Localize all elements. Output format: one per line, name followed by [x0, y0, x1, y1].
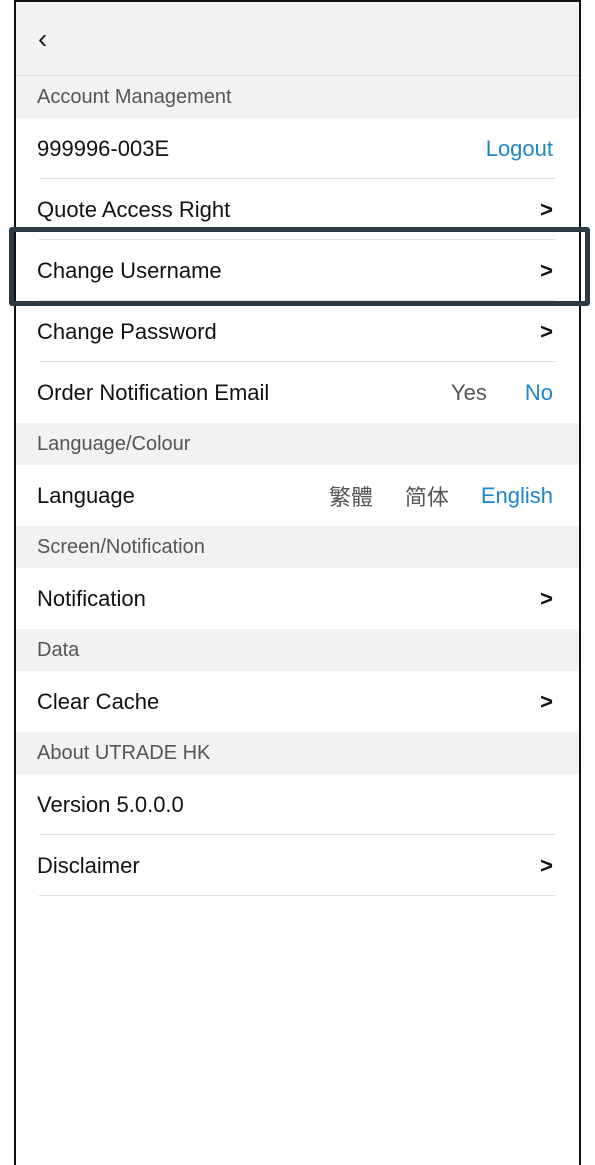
chevron-right-icon: > [540, 196, 553, 222]
disclaimer-label: Disclaimer [37, 852, 140, 878]
language-option-traditional[interactable]: 繁體 [329, 480, 373, 512]
section-header-account: Account Management [16, 76, 579, 118]
change-username-label: Change Username [37, 257, 222, 283]
clear-cache-item[interactable]: Clear Cache > [16, 671, 579, 732]
clear-cache-label: Clear Cache [37, 688, 160, 714]
settings-screen: ‹ Account Management 999996-003E Logout … [14, 0, 581, 1165]
order-notification-email-row: Order Notification Email Yes No [16, 362, 579, 423]
version-row: Version 5.0.0.0 [16, 774, 579, 835]
disclaimer-item[interactable]: Disclaimer > [16, 835, 579, 896]
order-email-no-option[interactable]: No [525, 380, 553, 406]
change-username-item[interactable]: Change Username > [16, 240, 579, 301]
section-header-language-colour: Language/Colour [16, 423, 579, 465]
order-email-yes-option[interactable]: Yes [451, 380, 487, 406]
language-option-simplified[interactable]: 简体 [405, 480, 449, 512]
chevron-right-icon: > [540, 585, 553, 611]
account-row: 999996-003E Logout [16, 118, 579, 179]
notification-label: Notification [37, 585, 146, 611]
logout-button[interactable]: Logout [486, 136, 553, 162]
chevron-right-icon: > [540, 257, 553, 283]
chevron-right-icon: > [540, 688, 553, 714]
change-password-item[interactable]: Change Password > [16, 301, 579, 362]
order-notification-email-label: Order Notification Email [37, 379, 270, 405]
notification-item[interactable]: Notification > [16, 568, 579, 629]
section-header-about: About UTRADE HK [16, 732, 579, 774]
language-option-english[interactable]: English [481, 483, 553, 509]
section-header-data: Data [16, 629, 579, 671]
chevron-right-icon: > [540, 852, 553, 878]
top-navigation-bar: ‹ [16, 2, 579, 76]
version-label: Version 5.0.0.0 [37, 791, 184, 817]
chevron-right-icon: > [540, 318, 553, 344]
quote-access-right-label: Quote Access Right [37, 196, 231, 222]
language-label: Language [37, 482, 135, 508]
language-row: Language 繁體 简体 English [16, 465, 579, 526]
account-id: 999996-003E [37, 135, 170, 161]
back-chevron-icon[interactable]: ‹ [38, 24, 47, 53]
change-password-label: Change Password [37, 318, 217, 344]
section-header-screen-notification: Screen/Notification [16, 526, 579, 568]
quote-access-right-item[interactable]: Quote Access Right > [16, 179, 579, 240]
